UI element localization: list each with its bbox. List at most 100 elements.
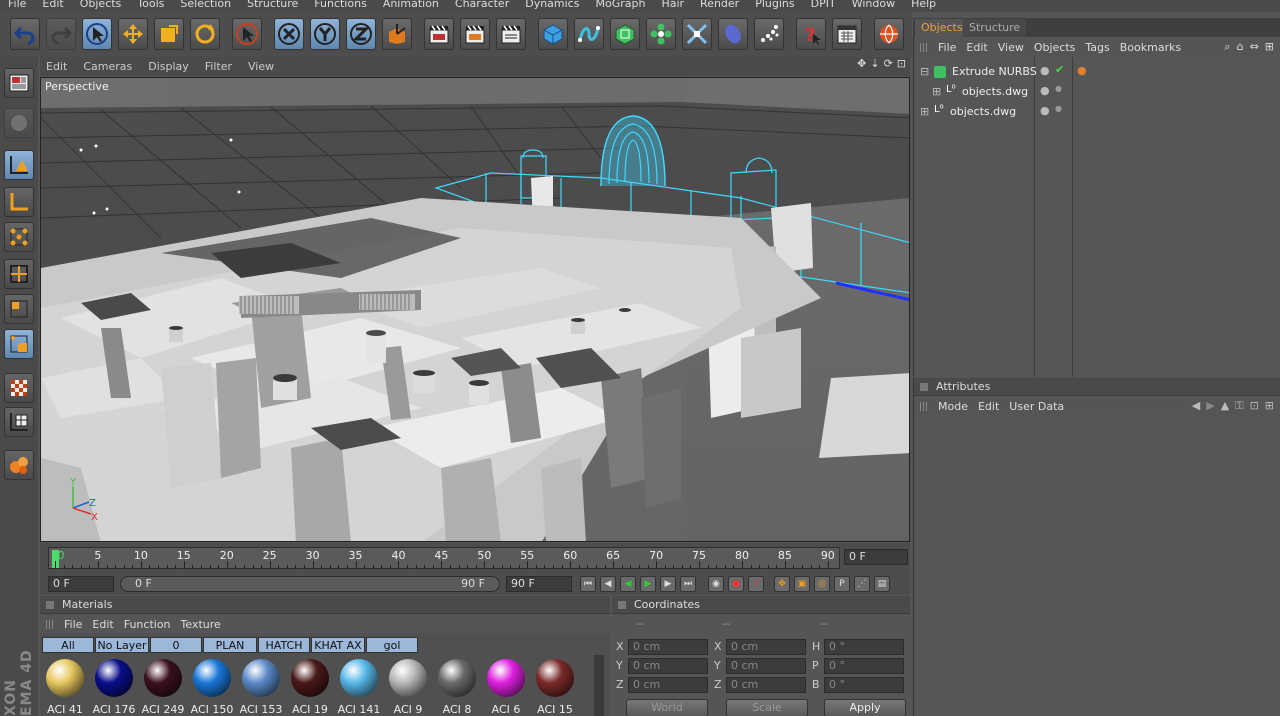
render-settings-button[interactable] xyxy=(496,18,526,50)
help-button[interactable]: ? xyxy=(796,18,826,50)
back-arrow-icon[interactable]: ◀ xyxy=(1192,399,1200,413)
mat-menu-edit[interactable]: Edit xyxy=(92,618,113,631)
frame-range-slider[interactable]: 0 F 90 F xyxy=(120,576,500,592)
obj-menu-objects[interactable]: Objects xyxy=(1034,41,1076,54)
coord-value-field[interactable]: 0 cm xyxy=(726,639,806,655)
sculpt-button[interactable] xyxy=(4,450,34,480)
render-dot-icon[interactable]: ● xyxy=(1055,104,1062,113)
home-icon[interactable]: ⌂ xyxy=(1237,40,1244,54)
material-swatch[interactable]: ACI 6 xyxy=(483,657,529,716)
pan-icon[interactable]: ✥ xyxy=(857,57,866,70)
deformer-button[interactable] xyxy=(682,18,712,50)
tree-row-extrude-nurbs[interactable]: ⊟ Extrude NURBS ● ✔ ● xyxy=(914,62,1280,82)
coordinate-system-button[interactable] xyxy=(382,18,412,50)
material-tag-icon[interactable]: ● xyxy=(1077,64,1087,77)
up-arrow-icon[interactable]: ▲ xyxy=(1221,399,1229,413)
coord-value-field[interactable]: 0 cm xyxy=(726,677,806,693)
spline-button[interactable] xyxy=(574,18,604,50)
menu-tools[interactable]: Tools xyxy=(129,0,172,12)
perspective-viewport[interactable]: Y Z X Perspective xyxy=(40,77,910,542)
key-pla-button[interactable]: ⋰ xyxy=(854,576,870,592)
vp-menu-view[interactable]: View xyxy=(248,60,274,73)
key-position-button[interactable]: ✥ xyxy=(774,576,790,592)
timeline-settings-button[interactable]: ▤ xyxy=(874,576,890,592)
obj-menu-bookmarks[interactable]: Bookmarks xyxy=(1120,41,1181,54)
go-start-button[interactable]: ⏮ xyxy=(580,576,596,592)
coord-value-field[interactable]: 0 ° xyxy=(824,639,904,655)
texture-mode-button[interactable] xyxy=(4,373,34,403)
autokey-button[interactable]: ● xyxy=(728,576,744,592)
expand-icon[interactable]: ⊞ xyxy=(932,85,941,98)
vp-menu-display[interactable]: Display xyxy=(148,60,189,73)
new-panel-icon[interactable]: ⊞ xyxy=(1265,399,1274,413)
vp-menu-cameras[interactable]: Cameras xyxy=(83,60,132,73)
menu-animation[interactable]: Animation xyxy=(375,0,447,12)
coord-value-field[interactable]: 0 cm xyxy=(628,639,708,655)
enabled-check-icon[interactable]: ✔ xyxy=(1055,63,1064,76)
coord-value-field[interactable]: 0 ° xyxy=(824,677,904,693)
attr-menu-user-data[interactable]: User Data xyxy=(1009,400,1064,413)
orbit-icon[interactable]: ⟳ xyxy=(884,57,893,70)
menu-help[interactable]: Help xyxy=(903,0,944,12)
new-panel-icon[interactable]: ⊞ xyxy=(1265,40,1274,54)
layer-tab-no-layer[interactable]: No Layer xyxy=(95,637,149,653)
menu-functions[interactable]: Functions xyxy=(306,0,375,12)
x-axis-button[interactable] xyxy=(274,18,304,50)
attr-menu-mode[interactable]: Mode xyxy=(938,400,968,413)
key-scale-button[interactable]: ▣ xyxy=(794,576,810,592)
attr-menu-edit[interactable]: Edit xyxy=(978,400,999,413)
web-button[interactable] xyxy=(874,18,904,50)
pin-icon[interactable]: ⊡ xyxy=(1250,399,1259,413)
coord-value-field[interactable]: 0 cm xyxy=(628,677,708,693)
array-button[interactable] xyxy=(646,18,676,50)
menu-plugins[interactable]: Plugins xyxy=(747,0,802,12)
tree-row-objects-dwg[interactable]: ⊞ L⁰ objects.dwg ● ● xyxy=(914,102,1280,122)
menu-structure[interactable]: Structure xyxy=(239,0,306,12)
link-icon[interactable]: ⇔ xyxy=(1250,40,1259,54)
scene-button[interactable] xyxy=(718,18,748,50)
timeline-ruler[interactable]: 0 5 10 15 20 25 30 35 40 45 50 55 60 65 70 75 80 85 90 xyxy=(48,547,840,569)
edges-mode-button[interactable] xyxy=(4,259,34,289)
play-backward-button[interactable]: ◀ xyxy=(620,576,636,592)
obj-menu-tags[interactable]: Tags xyxy=(1085,41,1109,54)
particle-button[interactable] xyxy=(754,18,784,50)
material-swatch[interactable]: ACI 249 xyxy=(140,657,186,716)
key-rotation-button[interactable]: ◎ xyxy=(814,576,830,592)
go-end-button[interactable]: ⏭ xyxy=(680,576,696,592)
render-dot-icon[interactable]: ● xyxy=(1055,84,1062,93)
material-swatch[interactable]: ACI 150 xyxy=(189,657,235,716)
visibility-dot-icon[interactable]: ● xyxy=(1040,84,1050,97)
obj-menu-file[interactable]: File xyxy=(938,41,956,54)
keyframe-help-button[interactable]: ? xyxy=(748,576,764,592)
expand-icon[interactable]: ⊞ xyxy=(920,105,929,118)
lock-icon[interactable]: ⚿ xyxy=(1235,399,1243,413)
layer-tab-0[interactable]: 0 xyxy=(150,637,202,653)
menu-window[interactable]: Window xyxy=(844,0,903,12)
layer-tab-plan[interactable]: PLAN xyxy=(203,637,257,653)
maximize-icon[interactable]: ⊡ xyxy=(897,57,906,70)
coord-scale-select[interactable]: Scale xyxy=(726,699,808,716)
select-tool-button[interactable] xyxy=(232,18,262,50)
visibility-dot-icon[interactable]: ● xyxy=(1040,104,1050,117)
visibility-dot-icon[interactable]: ● xyxy=(1040,64,1050,77)
edit-mode-button[interactable] xyxy=(4,108,34,138)
material-swatch[interactable]: ACI 19 xyxy=(287,657,333,716)
mat-menu-texture[interactable]: Texture xyxy=(181,618,221,631)
coord-mode-select[interactable]: World xyxy=(626,699,708,716)
layer-tab-gol[interactable]: gol xyxy=(366,637,418,653)
points-mode-button[interactable] xyxy=(4,222,34,252)
obj-menu-view[interactable]: View xyxy=(998,41,1024,54)
vp-menu-edit[interactable]: Edit xyxy=(46,60,67,73)
menu-file[interactable]: File xyxy=(0,0,34,12)
menu-objects[interactable]: Objects xyxy=(72,0,130,12)
layer-tab-all[interactable]: All xyxy=(42,637,94,653)
menu-dynamics[interactable]: Dynamics xyxy=(517,0,587,12)
forward-arrow-icon[interactable]: ▶ xyxy=(1206,399,1214,413)
cube-object-button[interactable] xyxy=(538,18,568,50)
model-mode-button[interactable] xyxy=(4,150,34,180)
polygons-mode-button[interactable] xyxy=(4,294,34,324)
rotate-button[interactable] xyxy=(190,18,220,50)
record-button[interactable]: ◉ xyxy=(708,576,724,592)
viewport-layout-button[interactable] xyxy=(4,68,34,98)
start-frame-field[interactable]: 0 F xyxy=(48,576,114,592)
